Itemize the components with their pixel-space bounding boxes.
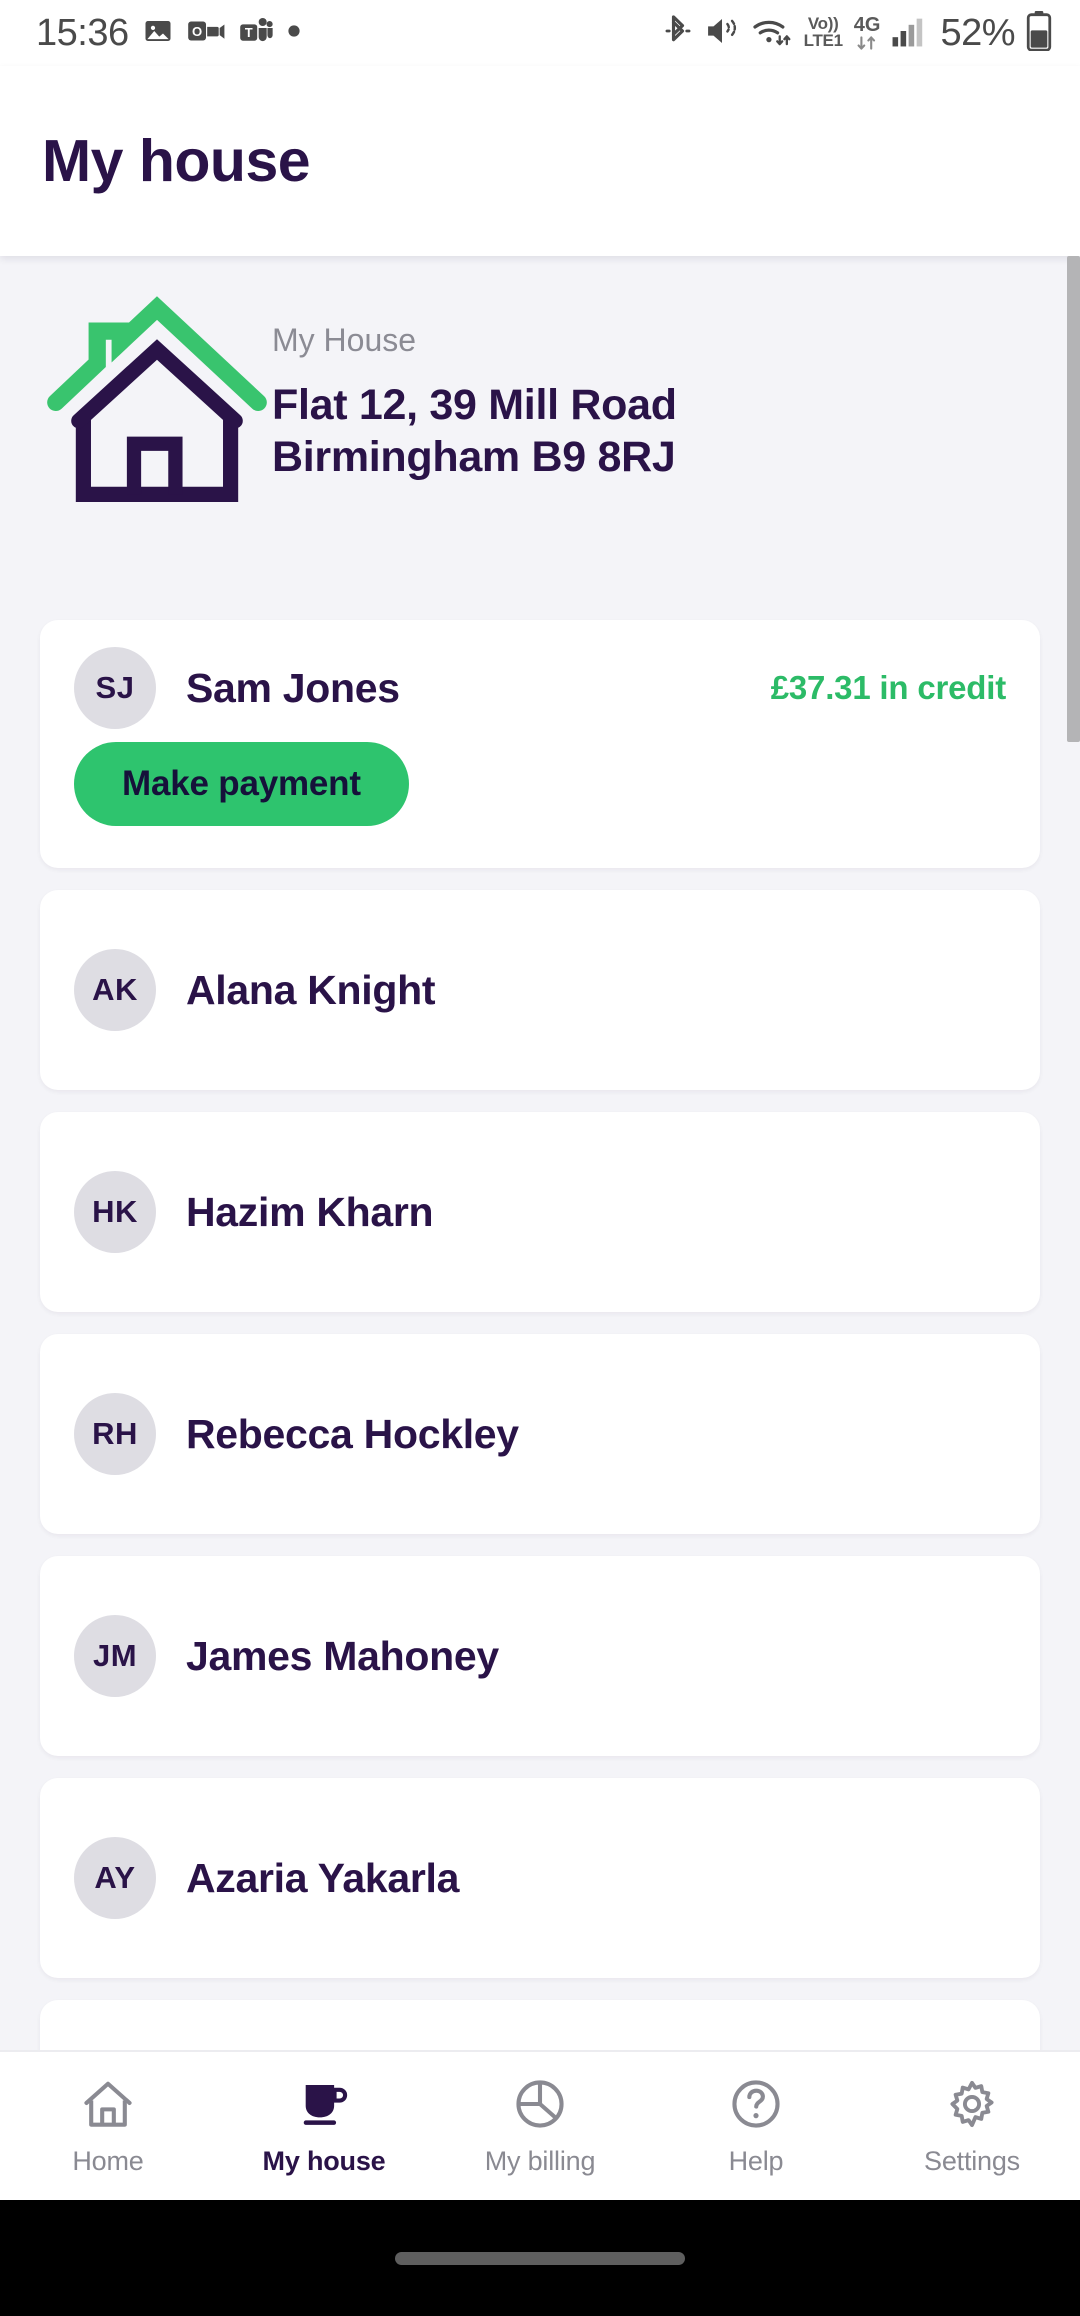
property-label: My House	[272, 322, 417, 358]
member-row: RH Rebecca Hockley	[40, 1334, 1040, 1534]
svg-text:O: O	[192, 23, 202, 38]
avatar: AY	[74, 1837, 156, 1919]
nav-label: Home	[72, 2145, 144, 2176]
mute-vibrate-icon	[704, 14, 740, 53]
member-card[interactable]: AY Azaria Yakarla	[40, 1778, 1040, 1978]
wifi-icon	[751, 14, 793, 53]
status-bar: 15:36 O T Vo)) LTE1 4G 52%	[0, 0, 1080, 66]
member-card[interactable]: HK Hazim Kharn	[40, 1112, 1040, 1312]
volte-bottom-label: LTE1	[803, 31, 843, 50]
pie-chart-icon	[512, 2076, 568, 2132]
member-card-primary[interactable]: SJ Sam Jones £37.31 in credit Make payme…	[40, 620, 1040, 868]
scrollbar-thumb[interactable]	[1067, 256, 1080, 742]
network-type-label: 4G	[853, 14, 881, 37]
battery-percent-label: 52%	[940, 11, 1015, 54]
member-name: James Mahoney	[186, 1632, 499, 1679]
nav-item-home[interactable]: Home	[0, 2076, 216, 2177]
member-name: Sam Jones	[186, 664, 400, 711]
member-row: HK Hazim Kharn	[40, 1112, 1040, 1312]
bottom-navigation-bar: Home My house My billing Help Settings	[0, 2050, 1080, 2200]
nav-label: My house	[262, 2145, 386, 2176]
address-line-1: Flat 12, 39 Mill Road	[272, 381, 677, 429]
question-circle-icon	[728, 2076, 784, 2132]
avatar: AK	[74, 949, 156, 1031]
nav-item-my-billing[interactable]: My billing	[432, 2076, 648, 2177]
page-title: My house	[42, 128, 311, 194]
scroll-content[interactable]: My House Flat 12, 39 Mill Road Birmingha…	[0, 256, 1080, 2140]
member-card[interactable]: JM James Mahoney	[40, 1556, 1040, 1756]
outlook-video-icon: O	[187, 16, 225, 51]
member-card[interactable]: AK Alana Knight	[40, 890, 1040, 1090]
member-name: Alana Knight	[186, 966, 436, 1013]
member-row: SJ Sam Jones £37.31 in credit	[40, 620, 1040, 742]
make-payment-button[interactable]: Make payment	[74, 742, 409, 826]
gear-icon	[944, 2076, 1000, 2132]
mug-icon	[296, 2076, 352, 2132]
member-name: Rebecca Hockley	[186, 1410, 519, 1457]
volte-icon: Vo)) LTE1	[804, 16, 843, 49]
member-name: Azaria Yakarla	[186, 1854, 460, 1901]
teams-icon: T	[239, 16, 273, 51]
avatar: HK	[74, 1171, 156, 1253]
phone-screen: 15:36 O T Vo)) LTE1 4G 52% My house My H…	[0, 0, 1080, 2316]
property-summary: My House Flat 12, 39 Mill Road Birmingha…	[0, 256, 1080, 620]
dot-indicator-icon	[287, 24, 301, 43]
house-illustration-icon	[0, 284, 272, 527]
mobile-data-4g-icon: 4G	[853, 14, 881, 50]
nav-item-help[interactable]: Help	[648, 2076, 864, 2177]
nav-item-my-house[interactable]: My house	[216, 2076, 432, 2177]
home-icon	[80, 2076, 136, 2132]
status-time: 15:36	[36, 11, 129, 54]
signal-bars-icon	[891, 15, 925, 52]
gallery-icon	[143, 16, 173, 51]
address-line-2: Birmingham B9 8RJ	[272, 433, 676, 482]
address-block: My House Flat 12, 39 Mill Road Birmingha…	[272, 284, 677, 484]
avatar: JM	[74, 1615, 156, 1697]
member-row: AK Alana Knight	[40, 890, 1040, 1090]
avatar: RH	[74, 1393, 156, 1475]
app-header: My house	[0, 66, 1080, 256]
bluetooth-icon	[663, 13, 693, 54]
member-row: AY Azaria Yakarla	[40, 1778, 1040, 1978]
nav-item-settings[interactable]: Settings	[864, 2076, 1080, 2177]
system-gesture-bar	[0, 2200, 1080, 2316]
nav-label: My billing	[484, 2145, 596, 2176]
member-card[interactable]: RH Rebecca Hockley	[40, 1334, 1040, 1534]
avatar: SJ	[74, 647, 156, 729]
member-row: JM James Mahoney	[40, 1556, 1040, 1756]
status-bar-right: Vo)) LTE1 4G 52%	[663, 10, 1052, 56]
balance-status: £37.31 in credit	[770, 669, 1006, 706]
battery-icon	[1026, 10, 1052, 56]
svg-text:T: T	[244, 25, 252, 40]
status-bar-left: 15:36 O T	[36, 12, 301, 55]
nav-label: Help	[728, 2145, 784, 2176]
nav-label: Settings	[924, 2145, 1020, 2176]
member-name: Hazim Kharn	[186, 1188, 434, 1235]
gesture-pill[interactable]	[395, 2251, 685, 2265]
payment-action-area: Make payment	[40, 742, 1040, 868]
